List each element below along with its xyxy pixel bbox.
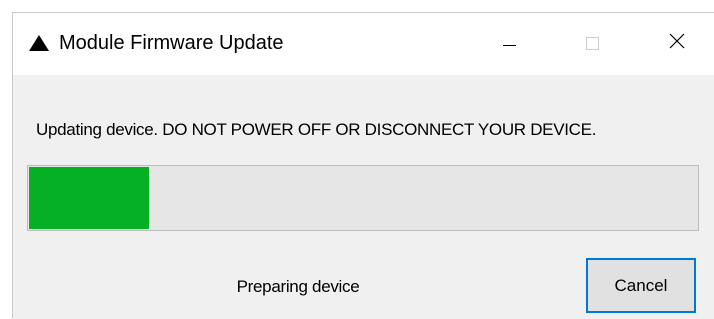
close-button[interactable] xyxy=(641,13,714,75)
warning-message: Updating device. DO NOT POWER OFF OR DIS… xyxy=(36,120,597,139)
minimize-icon xyxy=(503,45,516,46)
close-icon xyxy=(669,33,685,49)
title-bar[interactable]: Module Firmware Update xyxy=(13,13,714,75)
triangle-icon xyxy=(29,35,49,51)
status-text: Preparing device xyxy=(236,277,360,296)
cancel-button[interactable]: Cancel xyxy=(586,258,696,313)
progress-bar xyxy=(27,165,699,231)
firmware-update-window: Module Firmware Update Updating device. … xyxy=(12,12,714,319)
window-title: Module Firmware Update xyxy=(59,32,284,54)
dialog-body: Updating device. DO NOT POWER OFF OR DIS… xyxy=(13,75,714,319)
maximize-button xyxy=(557,13,627,75)
maximize-icon xyxy=(586,37,599,50)
minimize-button[interactable] xyxy=(473,13,543,75)
progress-fill xyxy=(29,167,149,229)
